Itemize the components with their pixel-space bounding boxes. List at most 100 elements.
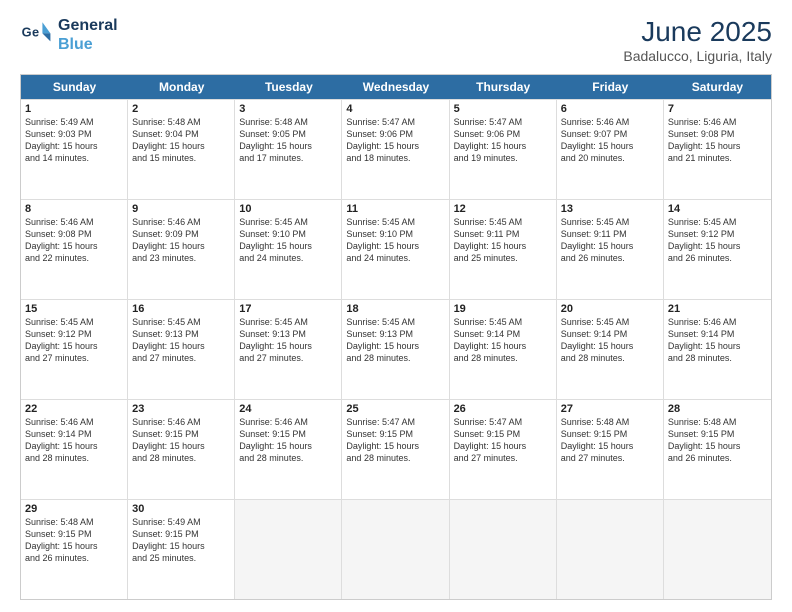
logo: G e General Blue bbox=[20, 16, 118, 54]
day-number: 21 bbox=[668, 303, 767, 315]
calendar-cell: 22Sunrise: 5:46 AMSunset: 9:14 PMDayligh… bbox=[21, 400, 128, 499]
cell-sun-info: Sunrise: 5:45 AMSunset: 9:13 PMDaylight:… bbox=[346, 316, 444, 365]
day-number: 27 bbox=[561, 403, 659, 415]
cell-sun-info: Sunrise: 5:46 AMSunset: 9:09 PMDaylight:… bbox=[132, 216, 230, 265]
calendar-cell: 16Sunrise: 5:45 AMSunset: 9:13 PMDayligh… bbox=[128, 300, 235, 399]
calendar-cell: 18Sunrise: 5:45 AMSunset: 9:13 PMDayligh… bbox=[342, 300, 449, 399]
calendar-cell: 17Sunrise: 5:45 AMSunset: 9:13 PMDayligh… bbox=[235, 300, 342, 399]
day-number: 3 bbox=[239, 103, 337, 115]
calendar-cell: 11Sunrise: 5:45 AMSunset: 9:10 PMDayligh… bbox=[342, 200, 449, 299]
calendar-cell bbox=[235, 500, 342, 599]
day-header: Thursday bbox=[450, 75, 557, 99]
day-number: 2 bbox=[132, 103, 230, 115]
cell-sun-info: Sunrise: 5:47 AMSunset: 9:06 PMDaylight:… bbox=[454, 116, 552, 165]
day-header: Friday bbox=[557, 75, 664, 99]
cell-sun-info: Sunrise: 5:47 AMSunset: 9:15 PMDaylight:… bbox=[454, 416, 552, 465]
day-number: 13 bbox=[561, 203, 659, 215]
calendar-cell: 20Sunrise: 5:45 AMSunset: 9:14 PMDayligh… bbox=[557, 300, 664, 399]
day-number: 16 bbox=[132, 303, 230, 315]
cell-sun-info: Sunrise: 5:49 AMSunset: 9:03 PMDaylight:… bbox=[25, 116, 123, 165]
calendar-cell: 5Sunrise: 5:47 AMSunset: 9:06 PMDaylight… bbox=[450, 100, 557, 199]
cell-sun-info: Sunrise: 5:47 AMSunset: 9:06 PMDaylight:… bbox=[346, 116, 444, 165]
calendar-cell bbox=[557, 500, 664, 599]
calendar-cell bbox=[450, 500, 557, 599]
header: G e General Blue June 2025 Badalucco, Li… bbox=[20, 16, 772, 64]
calendar-cell: 15Sunrise: 5:45 AMSunset: 9:12 PMDayligh… bbox=[21, 300, 128, 399]
day-number: 29 bbox=[25, 503, 123, 515]
day-number: 6 bbox=[561, 103, 659, 115]
day-number: 14 bbox=[668, 203, 767, 215]
day-header: Monday bbox=[128, 75, 235, 99]
cell-sun-info: Sunrise: 5:47 AMSunset: 9:15 PMDaylight:… bbox=[346, 416, 444, 465]
cell-sun-info: Sunrise: 5:45 AMSunset: 9:10 PMDaylight:… bbox=[346, 216, 444, 265]
cell-sun-info: Sunrise: 5:48 AMSunset: 9:05 PMDaylight:… bbox=[239, 116, 337, 165]
title-block: June 2025 Badalucco, Liguria, Italy bbox=[623, 16, 772, 64]
calendar-body: 1Sunrise: 5:49 AMSunset: 9:03 PMDaylight… bbox=[21, 99, 771, 599]
calendar-row: 29Sunrise: 5:48 AMSunset: 9:15 PMDayligh… bbox=[21, 499, 771, 599]
calendar-cell: 25Sunrise: 5:47 AMSunset: 9:15 PMDayligh… bbox=[342, 400, 449, 499]
day-number: 15 bbox=[25, 303, 123, 315]
day-number: 17 bbox=[239, 303, 337, 315]
cell-sun-info: Sunrise: 5:48 AMSunset: 9:15 PMDaylight:… bbox=[668, 416, 767, 465]
cell-sun-info: Sunrise: 5:45 AMSunset: 9:10 PMDaylight:… bbox=[239, 216, 337, 265]
day-number: 11 bbox=[346, 203, 444, 215]
calendar-header: SundayMondayTuesdayWednesdayThursdayFrid… bbox=[21, 75, 771, 99]
calendar-row: 8Sunrise: 5:46 AMSunset: 9:08 PMDaylight… bbox=[21, 199, 771, 299]
day-number: 24 bbox=[239, 403, 337, 415]
calendar-cell: 28Sunrise: 5:48 AMSunset: 9:15 PMDayligh… bbox=[664, 400, 771, 499]
calendar-cell: 3Sunrise: 5:48 AMSunset: 9:05 PMDaylight… bbox=[235, 100, 342, 199]
calendar-cell: 10Sunrise: 5:45 AMSunset: 9:10 PMDayligh… bbox=[235, 200, 342, 299]
cell-sun-info: Sunrise: 5:45 AMSunset: 9:11 PMDaylight:… bbox=[454, 216, 552, 265]
logo-line1: General bbox=[58, 16, 118, 35]
calendar-cell: 27Sunrise: 5:48 AMSunset: 9:15 PMDayligh… bbox=[557, 400, 664, 499]
page: G e General Blue June 2025 Badalucco, Li… bbox=[0, 0, 792, 612]
calendar-cell: 21Sunrise: 5:46 AMSunset: 9:14 PMDayligh… bbox=[664, 300, 771, 399]
cell-sun-info: Sunrise: 5:46 AMSunset: 9:15 PMDaylight:… bbox=[239, 416, 337, 465]
day-number: 23 bbox=[132, 403, 230, 415]
day-number: 10 bbox=[239, 203, 337, 215]
cell-sun-info: Sunrise: 5:48 AMSunset: 9:15 PMDaylight:… bbox=[561, 416, 659, 465]
cell-sun-info: Sunrise: 5:46 AMSunset: 9:15 PMDaylight:… bbox=[132, 416, 230, 465]
calendar-cell: 6Sunrise: 5:46 AMSunset: 9:07 PMDaylight… bbox=[557, 100, 664, 199]
day-number: 25 bbox=[346, 403, 444, 415]
calendar-cell bbox=[664, 500, 771, 599]
cell-sun-info: Sunrise: 5:46 AMSunset: 9:08 PMDaylight:… bbox=[25, 216, 123, 265]
calendar-cell: 24Sunrise: 5:46 AMSunset: 9:15 PMDayligh… bbox=[235, 400, 342, 499]
cell-sun-info: Sunrise: 5:45 AMSunset: 9:14 PMDaylight:… bbox=[561, 316, 659, 365]
day-number: 8 bbox=[25, 203, 123, 215]
calendar-cell: 4Sunrise: 5:47 AMSunset: 9:06 PMDaylight… bbox=[342, 100, 449, 199]
day-number: 1 bbox=[25, 103, 123, 115]
day-number: 26 bbox=[454, 403, 552, 415]
day-number: 20 bbox=[561, 303, 659, 315]
calendar-cell: 9Sunrise: 5:46 AMSunset: 9:09 PMDaylight… bbox=[128, 200, 235, 299]
day-number: 7 bbox=[668, 103, 767, 115]
day-header: Tuesday bbox=[235, 75, 342, 99]
calendar-row: 1Sunrise: 5:49 AMSunset: 9:03 PMDaylight… bbox=[21, 99, 771, 199]
svg-text:e: e bbox=[32, 25, 39, 40]
logo-icon: G e bbox=[20, 19, 52, 51]
calendar-cell: 19Sunrise: 5:45 AMSunset: 9:14 PMDayligh… bbox=[450, 300, 557, 399]
calendar-cell: 13Sunrise: 5:45 AMSunset: 9:11 PMDayligh… bbox=[557, 200, 664, 299]
calendar-cell: 8Sunrise: 5:46 AMSunset: 9:08 PMDaylight… bbox=[21, 200, 128, 299]
calendar-cell: 12Sunrise: 5:45 AMSunset: 9:11 PMDayligh… bbox=[450, 200, 557, 299]
cell-sun-info: Sunrise: 5:48 AMSunset: 9:15 PMDaylight:… bbox=[25, 516, 123, 565]
calendar-row: 22Sunrise: 5:46 AMSunset: 9:14 PMDayligh… bbox=[21, 399, 771, 499]
cell-sun-info: Sunrise: 5:46 AMSunset: 9:14 PMDaylight:… bbox=[25, 416, 123, 465]
calendar-cell: 26Sunrise: 5:47 AMSunset: 9:15 PMDayligh… bbox=[450, 400, 557, 499]
cell-sun-info: Sunrise: 5:45 AMSunset: 9:13 PMDaylight:… bbox=[132, 316, 230, 365]
cell-sun-info: Sunrise: 5:45 AMSunset: 9:14 PMDaylight:… bbox=[454, 316, 552, 365]
logo-line2: Blue bbox=[58, 35, 118, 54]
day-number: 12 bbox=[454, 203, 552, 215]
calendar-cell: 1Sunrise: 5:49 AMSunset: 9:03 PMDaylight… bbox=[21, 100, 128, 199]
cell-sun-info: Sunrise: 5:48 AMSunset: 9:04 PMDaylight:… bbox=[132, 116, 230, 165]
cell-sun-info: Sunrise: 5:46 AMSunset: 9:14 PMDaylight:… bbox=[668, 316, 767, 365]
cell-sun-info: Sunrise: 5:49 AMSunset: 9:15 PMDaylight:… bbox=[132, 516, 230, 565]
calendar-cell: 23Sunrise: 5:46 AMSunset: 9:15 PMDayligh… bbox=[128, 400, 235, 499]
day-number: 22 bbox=[25, 403, 123, 415]
day-number: 30 bbox=[132, 503, 230, 515]
day-number: 28 bbox=[668, 403, 767, 415]
day-header: Sunday bbox=[21, 75, 128, 99]
day-number: 18 bbox=[346, 303, 444, 315]
calendar-cell: 2Sunrise: 5:48 AMSunset: 9:04 PMDaylight… bbox=[128, 100, 235, 199]
day-number: 5 bbox=[454, 103, 552, 115]
